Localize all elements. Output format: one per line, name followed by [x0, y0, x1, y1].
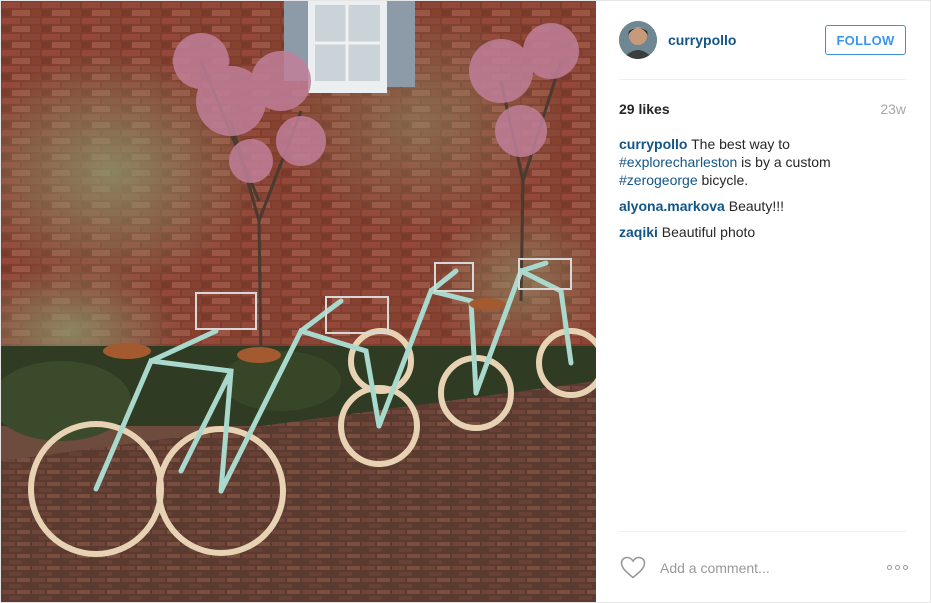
- post-sidebar: currypollo FOLLOW 29 likes 23w currypoll…: [596, 1, 930, 602]
- hashtag-link-explorecharleston[interactable]: #explorecharleston: [619, 154, 737, 170]
- username-link[interactable]: currypollo: [668, 32, 736, 48]
- add-comment-input[interactable]: [658, 558, 862, 577]
- caption-author-link[interactable]: currypollo: [619, 136, 687, 152]
- ellipsis-icon[interactable]: [887, 565, 908, 570]
- likes-count[interactable]: 29 likes: [619, 101, 670, 117]
- avatar[interactable]: [619, 21, 657, 59]
- caption-text-1: The best way to: [687, 136, 790, 152]
- comment-item: zaqiki Beautiful photo: [619, 223, 906, 241]
- caption: currypollo The best way to #explorecharl…: [619, 135, 906, 189]
- dot-icon: [903, 565, 908, 570]
- dot-icon: [895, 565, 900, 570]
- post-card: currypollo FOLLOW 29 likes 23w currypoll…: [0, 0, 931, 603]
- comment-list: currypollo The best way to #explorecharl…: [619, 135, 906, 241]
- comment-footer: [619, 531, 908, 603]
- caption-text-3: bicycle.: [697, 172, 749, 188]
- post-header: currypollo FOLLOW: [619, 1, 906, 80]
- avatar-image: [619, 21, 657, 59]
- hashtag-link-zerogeorge[interactable]: #zerogeorge: [619, 172, 698, 188]
- heart-icon[interactable]: [620, 556, 646, 579]
- comment-text: Beauty!!!: [724, 198, 784, 214]
- comment-text: Beautiful photo: [657, 224, 756, 240]
- photo-image: [1, 1, 596, 602]
- comment-author-link[interactable]: zaqiki: [619, 224, 658, 240]
- dot-icon: [887, 565, 892, 570]
- post-age[interactable]: 23w: [880, 101, 906, 117]
- comment-item: alyona.markova Beauty!!!: [619, 197, 906, 215]
- likes-row: 29 likes 23w: [619, 99, 906, 119]
- caption-text-2: is by a custom: [737, 154, 831, 170]
- follow-button[interactable]: FOLLOW: [825, 25, 906, 55]
- post-photo[interactable]: [1, 1, 596, 602]
- comment-author-link[interactable]: alyona.markova: [619, 198, 725, 214]
